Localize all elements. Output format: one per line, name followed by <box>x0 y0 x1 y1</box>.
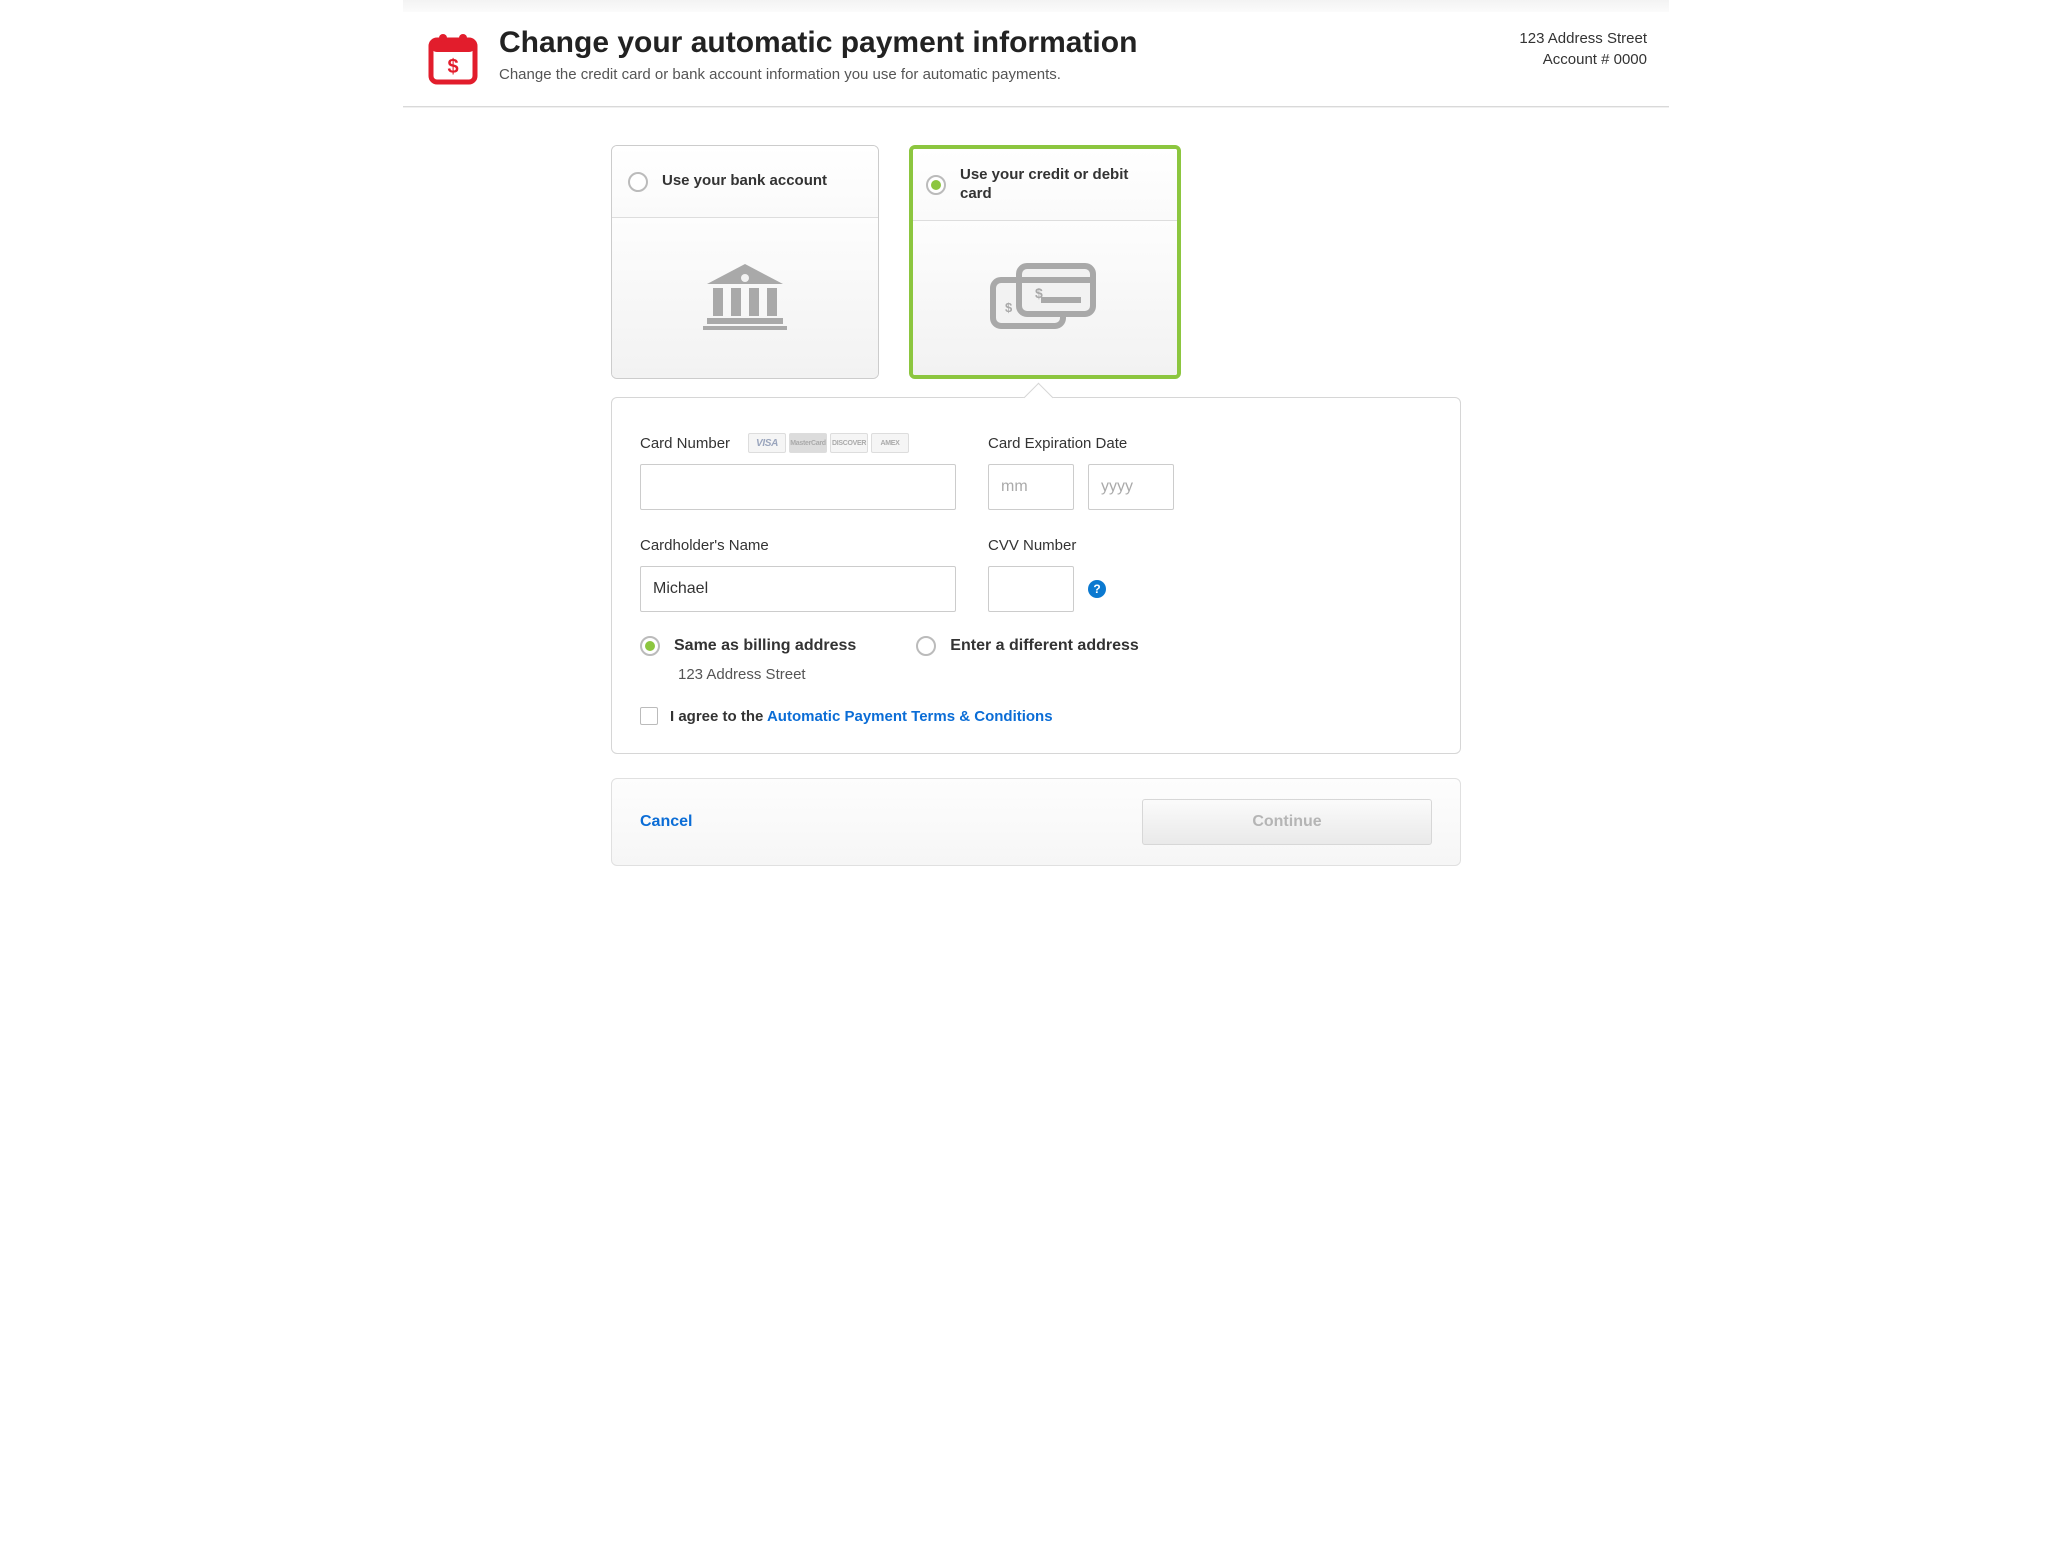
terms-prefix-text: I agree to the <box>670 708 767 725</box>
radio-same-address[interactable]: Same as billing address <box>640 636 856 656</box>
cvv-input[interactable] <box>988 566 1074 612</box>
radio-same-address-dot[interactable] <box>640 636 660 656</box>
radio-credit-card[interactable] <box>926 175 946 195</box>
credit-cards-icon: $ $ <box>985 256 1105 341</box>
continue-button[interactable]: Continue <box>1142 799 1432 845</box>
bank-icon <box>699 260 791 337</box>
different-address-label: Enter a different address <box>950 637 1139 655</box>
terms-link[interactable]: Automatic Payment Terms & Conditions <box>767 708 1053 725</box>
calendar-dollar-icon: $ <box>425 30 481 86</box>
accepted-card-logos: VISA MasterCard DISCOVER AMEX <box>748 433 909 453</box>
card-number-label: Card Number <box>640 435 730 452</box>
option-bank-label: Use your bank account <box>662 172 827 191</box>
terms-checkbox[interactable] <box>640 707 658 725</box>
cardholder-name-input[interactable] <box>640 566 956 612</box>
action-bar: Cancel Continue <box>611 778 1461 866</box>
cvv-label: CVV Number <box>988 537 1076 554</box>
svg-text:$: $ <box>1005 300 1013 315</box>
same-address-label: Same as billing address <box>674 637 856 655</box>
option-bank-account[interactable]: Use your bank account <box>611 145 879 379</box>
option-credit-card[interactable]: Use your credit or debit card $ <box>909 145 1181 379</box>
page-title: Change your automatic payment informatio… <box>499 26 1519 60</box>
cardholder-name-label: Cardholder's Name <box>640 537 769 554</box>
radio-different-address-dot[interactable] <box>916 636 936 656</box>
option-card-label: Use your credit or debit card <box>960 166 1164 204</box>
page-header: $ Change your automatic payment informat… <box>403 12 1669 107</box>
top-gradient-bar <box>403 0 1669 12</box>
account-number: Account # 0000 <box>1519 49 1647 70</box>
radio-bank-account[interactable] <box>628 172 648 192</box>
card-form-panel: Card Number VISA MasterCard DISCOVER AME… <box>611 397 1461 754</box>
page-subtitle: Change the credit card or bank account i… <box>499 66 1519 83</box>
svg-text:$: $ <box>447 56 458 78</box>
account-address: 123 Address Street <box>1519 28 1647 49</box>
card-number-input[interactable] <box>640 464 956 510</box>
visa-logo-icon: VISA <box>748 433 786 453</box>
mastercard-logo-icon: MasterCard <box>789 433 827 453</box>
amex-logo-icon: AMEX <box>871 433 909 453</box>
cancel-button[interactable]: Cancel <box>640 813 692 831</box>
account-info: 123 Address Street Account # 0000 <box>1519 26 1647 70</box>
cvv-help-icon[interactable]: ? <box>1088 580 1106 598</box>
discover-logo-icon: DISCOVER <box>830 433 868 453</box>
radio-different-address[interactable]: Enter a different address <box>916 636 1139 656</box>
payment-method-options: Use your bank account <box>611 145 1461 379</box>
exp-year-input[interactable] <box>1088 464 1174 510</box>
card-expiration-label: Card Expiration Date <box>988 435 1127 452</box>
svg-text:$: $ <box>1035 285 1043 301</box>
exp-month-input[interactable] <box>988 464 1074 510</box>
billing-address-text: 123 Address Street <box>678 666 856 683</box>
